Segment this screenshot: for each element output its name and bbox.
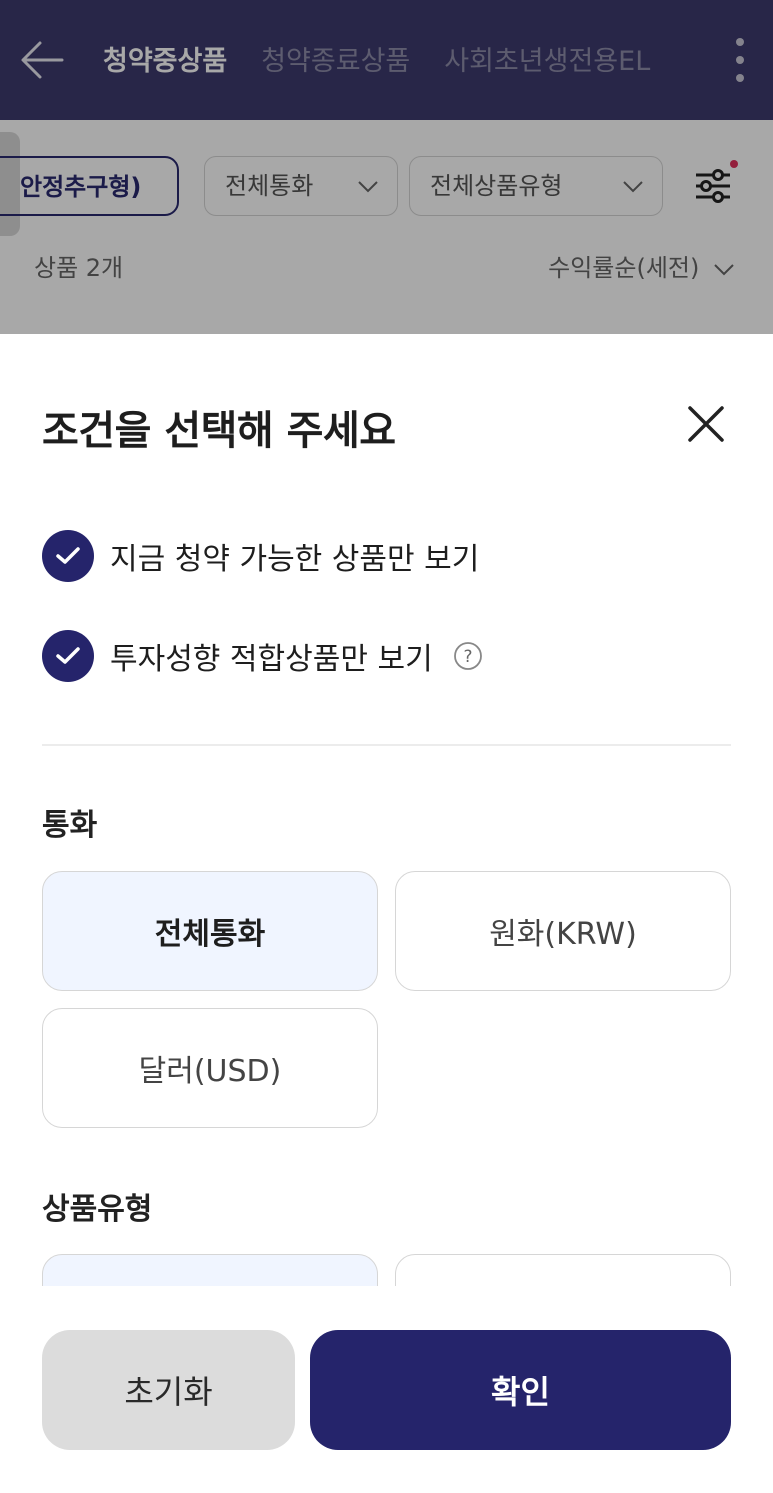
divider xyxy=(42,744,731,746)
checkbox-checked[interactable] xyxy=(42,630,94,682)
sheet-footer: 초기화 확인 xyxy=(0,1286,773,1493)
filter-bottom-sheet: 조건을 선택해 주세요 지금 청약 가능한 상품만 보기 투자성향 적합상품만 … xyxy=(0,334,773,1493)
option-all-currency[interactable]: 전체통화 xyxy=(42,871,378,991)
help-icon[interactable]: ? xyxy=(453,641,483,671)
checkmark-icon xyxy=(56,647,80,664)
close-icon[interactable] xyxy=(684,402,728,446)
check-available-only-label: 지금 청약 가능한 상품만 보기 xyxy=(110,542,480,577)
currency-section-title: 통화 xyxy=(42,808,98,843)
sheet-title: 조건을 선택해 주세요 xyxy=(42,408,396,454)
option-krw[interactable]: 원화(KRW) xyxy=(395,871,731,991)
reset-button[interactable]: 초기화 xyxy=(42,1330,295,1450)
checkmark-icon xyxy=(56,547,80,564)
check-suitable-only-label: 투자성향 적합상품만 보기 xyxy=(110,642,433,677)
confirm-button[interactable]: 확인 xyxy=(310,1330,731,1450)
product-type-section-title: 상품유형 xyxy=(42,1192,153,1227)
svg-text:?: ? xyxy=(463,647,472,667)
checkbox-checked[interactable] xyxy=(42,530,94,582)
check-available-only[interactable]: 지금 청약 가능한 상품만 보기 xyxy=(42,530,479,582)
option-usd[interactable]: 달러(USD) xyxy=(42,1008,378,1128)
modal-backdrop[interactable] xyxy=(0,0,773,334)
check-suitable-only[interactable]: 투자성향 적합상품만 보기 ? xyxy=(42,630,483,682)
